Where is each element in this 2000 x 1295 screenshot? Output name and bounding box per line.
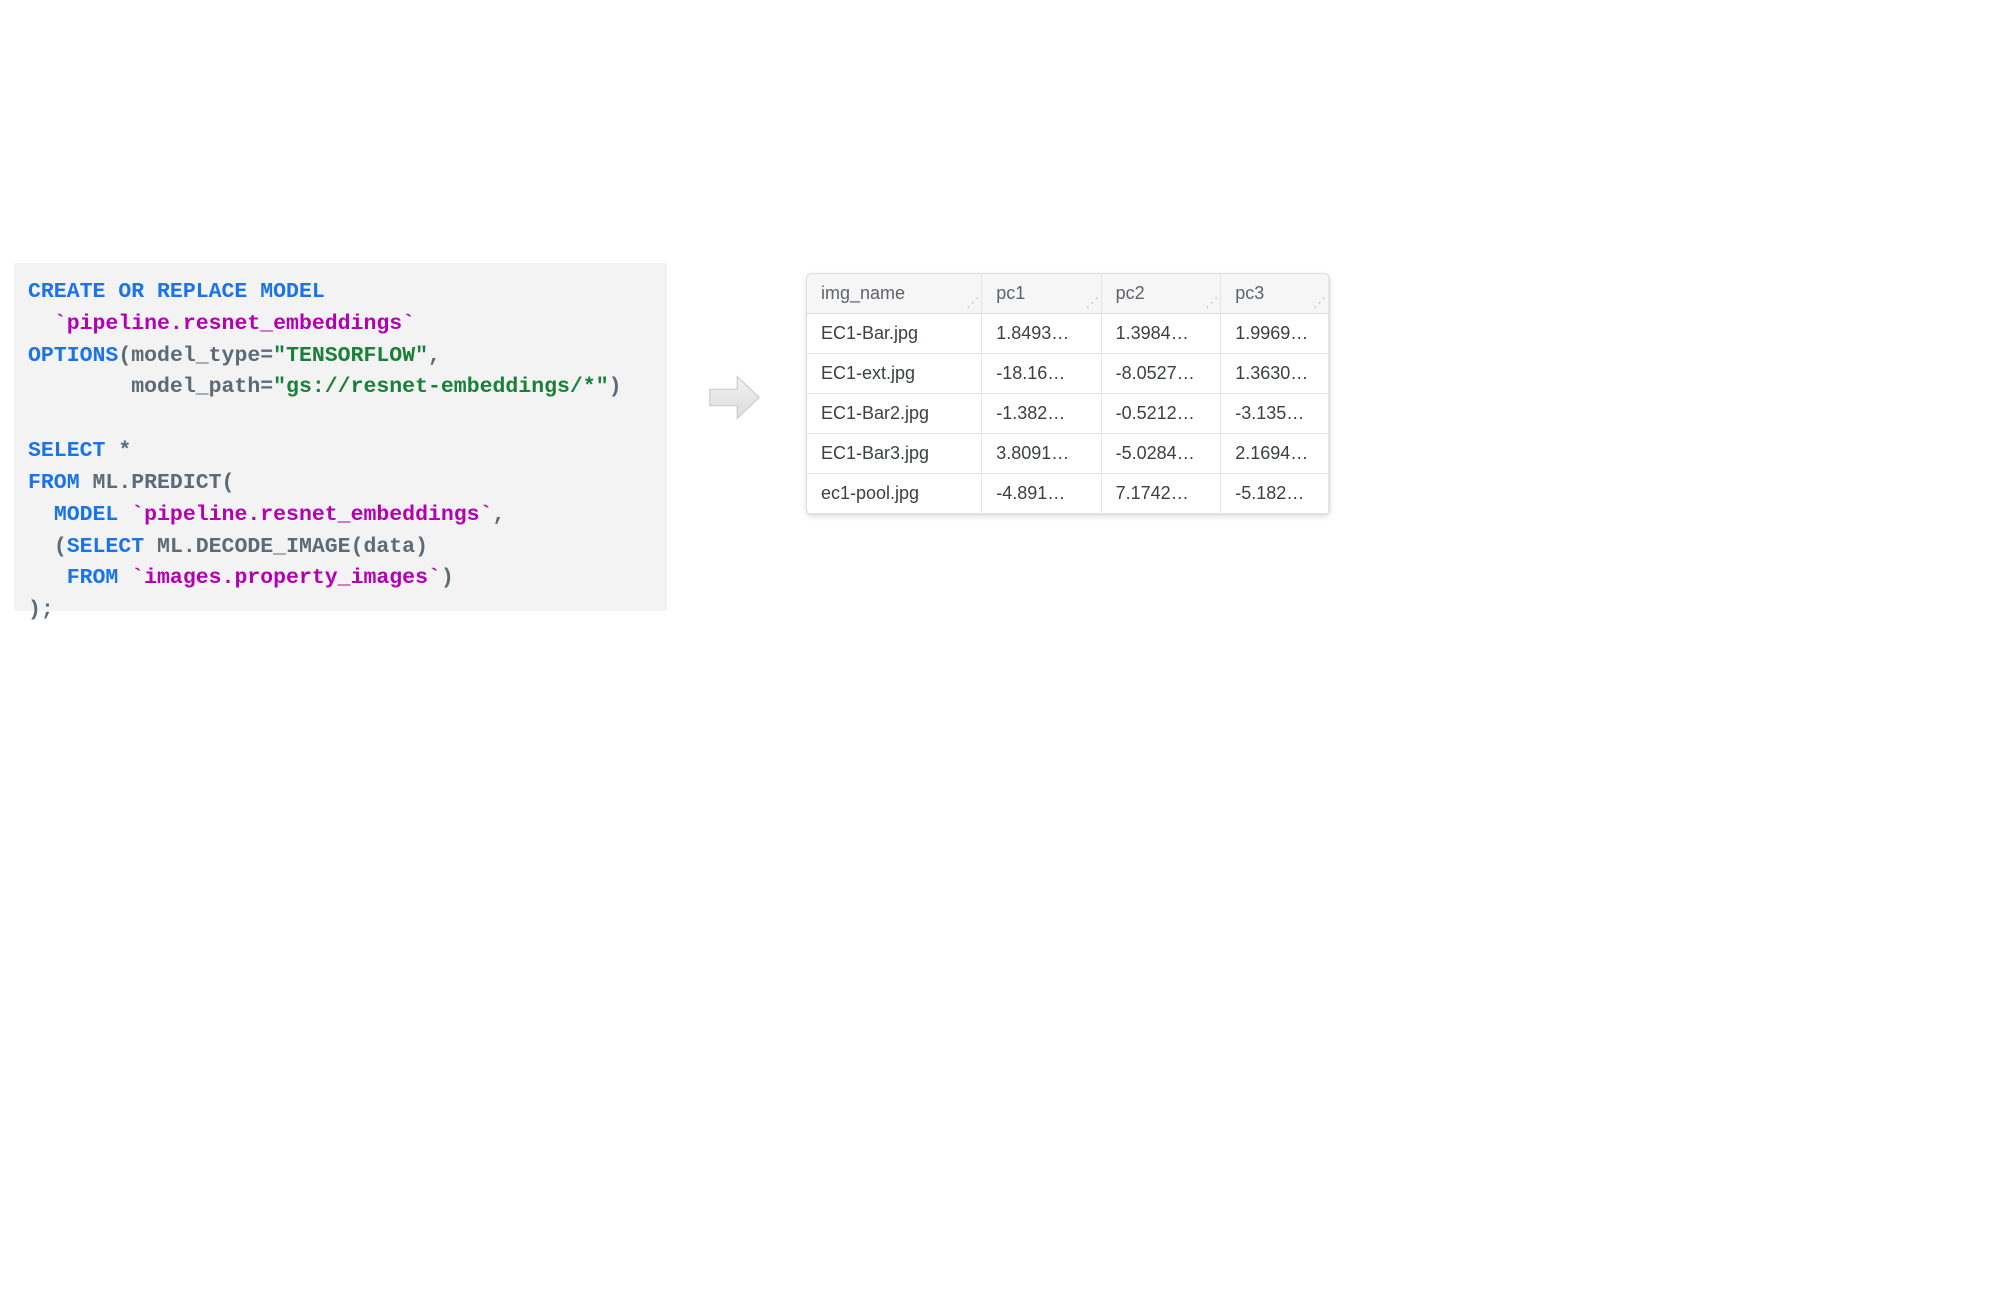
comma: ,	[428, 344, 441, 368]
predict: ML.PREDICT(	[80, 471, 235, 495]
col-header-img-name[interactable]: img_name ⋰	[807, 274, 982, 314]
resize-handle-icon: ⋰	[1205, 295, 1218, 311]
close: );	[28, 598, 54, 622]
paren-open2: (	[54, 535, 67, 559]
table-row: EC1-Bar2.jpg -1.382… -0.5212… -3.135…	[807, 394, 1329, 434]
keyword-select: SELECT	[28, 439, 105, 463]
keyword-model: MODEL	[54, 503, 119, 527]
col-header-label: pc1	[996, 283, 1025, 303]
cell-pc1: -18.16…	[982, 354, 1101, 394]
inner-from: FROM	[67, 566, 119, 590]
col-header-pc2[interactable]: pc2 ⋰	[1101, 274, 1221, 314]
cell-pc1: -4.891…	[982, 474, 1101, 514]
paren-close: )	[609, 375, 622, 399]
decode-arg: (data)	[351, 535, 428, 559]
opt-model-path-key: model_path=	[131, 375, 273, 399]
cell-pc3: 1.9969…	[1221, 314, 1329, 354]
col-header-label: pc2	[1116, 283, 1145, 303]
opt-model-path-val: "gs://resnet-embeddings/*"	[273, 375, 608, 399]
resize-handle-icon: ⋰	[1313, 295, 1326, 311]
table-row: EC1-Bar.jpg 1.8493… 1.3984… 1.9969…	[807, 314, 1329, 354]
cell-pc3: 1.3630…	[1221, 354, 1329, 394]
results-table: img_name ⋰ pc1 ⋰ pc2 ⋰ pc3 ⋰ EC1-Ba	[806, 273, 1330, 515]
model-ref: `pipeline.resnet_embeddings`	[118, 503, 492, 527]
keyword-from: FROM	[28, 471, 80, 495]
inner-select: SELECT	[67, 535, 144, 559]
star: *	[105, 439, 131, 463]
paren: (	[118, 344, 131, 368]
arrow-right-icon	[707, 370, 762, 425]
cell-pc2: -8.0527…	[1101, 354, 1221, 394]
table-row: EC1-Bar3.jpg 3.8091… -5.0284… 2.1694…	[807, 434, 1329, 474]
cell-pc2: -0.5212…	[1101, 394, 1221, 434]
resize-handle-icon: ⋰	[966, 295, 979, 311]
keyword-create: CREATE OR REPLACE MODEL	[28, 280, 325, 304]
cell-pc1: 1.8493…	[982, 314, 1101, 354]
decode: ML.DECODE_IMAGE	[144, 535, 350, 559]
cell-img-name: EC1-Bar3.jpg	[807, 434, 982, 474]
cell-img-name: EC1-Bar.jpg	[807, 314, 982, 354]
cell-img-name: ec1-pool.jpg	[807, 474, 982, 514]
cell-pc2: 7.1742…	[1101, 474, 1221, 514]
cell-pc2: -5.0284…	[1101, 434, 1221, 474]
sql-code-block: CREATE OR REPLACE MODEL `pipeline.resnet…	[14, 263, 667, 611]
table-row: EC1-ext.jpg -18.16… -8.0527… 1.3630…	[807, 354, 1329, 394]
cell-pc1: -1.382…	[982, 394, 1101, 434]
paren-close2: )	[441, 566, 454, 590]
col-header-pc1[interactable]: pc1 ⋰	[982, 274, 1101, 314]
cell-pc3: -5.182…	[1221, 474, 1329, 514]
comma2: ,	[493, 503, 506, 527]
cell-pc3: -3.135…	[1221, 394, 1329, 434]
col-header-pc3[interactable]: pc3 ⋰	[1221, 274, 1329, 314]
col-header-label: pc3	[1235, 283, 1264, 303]
resize-handle-icon: ⋰	[1086, 295, 1099, 311]
cell-img-name: EC1-ext.jpg	[807, 354, 982, 394]
opt-model-type-key: model_type=	[131, 344, 273, 368]
model-name: `pipeline.resnet_embeddings`	[54, 312, 415, 336]
inner-table: `images.property_images`	[118, 566, 441, 590]
col-header-label: img_name	[821, 283, 905, 303]
table-header-row: img_name ⋰ pc1 ⋰ pc2 ⋰ pc3 ⋰	[807, 274, 1329, 314]
cell-img-name: EC1-Bar2.jpg	[807, 394, 982, 434]
cell-pc2: 1.3984…	[1101, 314, 1221, 354]
opt-model-type-val: "TENSORFLOW"	[273, 344, 428, 368]
table-row: ec1-pool.jpg -4.891… 7.1742… -5.182…	[807, 474, 1329, 514]
keyword-options: OPTIONS	[28, 344, 118, 368]
cell-pc1: 3.8091…	[982, 434, 1101, 474]
cell-pc3: 2.1694…	[1221, 434, 1329, 474]
